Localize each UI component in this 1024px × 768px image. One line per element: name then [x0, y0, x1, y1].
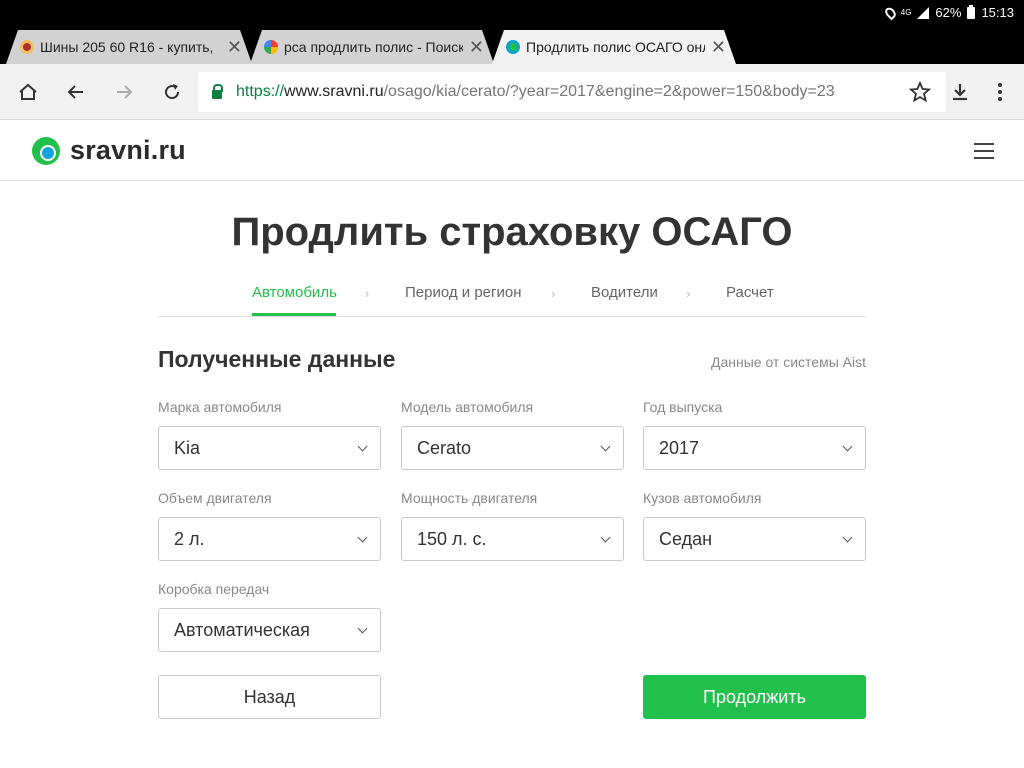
url-scheme: https://	[236, 83, 285, 100]
body-label: Кузов автомобиля	[643, 490, 762, 506]
chevron-down-icon	[357, 532, 368, 543]
chevron-down-icon	[842, 441, 853, 452]
step-separator-icon: ›	[551, 286, 556, 301]
steps-nav: Автомобиль › Период и регион › Водители …	[158, 280, 866, 317]
body-value: Седан	[659, 528, 713, 549]
tab-strip: Шины 205 60 R16 - купить, ✕ рса продлить…	[0, 26, 1024, 82]
reload-icon[interactable]	[158, 78, 186, 106]
tab-favicon-icon	[20, 40, 34, 54]
tab-title: Продлить полис ОСАГО онл	[526, 39, 705, 55]
site-header: sravni.ru	[0, 121, 1024, 181]
page-title: Продлить страховку ОСАГО	[231, 210, 793, 254]
gearbox-label: Коробка передач	[158, 581, 270, 597]
url-host: www.sravni.ru	[284, 83, 384, 100]
url-path: /osago/kia/cerato/?year=2017&engine=2&po…	[383, 83, 835, 100]
google-icon	[264, 40, 278, 54]
network-type: 4G	[900, 8, 912, 17]
location-icon	[882, 5, 898, 20]
make-label: Марка автомобиля	[158, 399, 282, 415]
engine-label: Объем двигателя	[158, 490, 272, 506]
gearbox-value: Автоматическая	[174, 619, 310, 640]
chevron-down-icon	[842, 532, 853, 543]
power-label: Мощность двигателя	[401, 490, 538, 506]
year-select[interactable]: 2017	[643, 426, 866, 470]
tab-tires[interactable]: Шины 205 60 R16 - купить, ✕	[6, 30, 252, 64]
tab-title: Шины 205 60 R16 - купить,	[40, 39, 214, 55]
status-bar: 4G 62% 15:13	[0, 0, 1024, 26]
tab-title: рса продлить полис - Поиск	[284, 39, 463, 55]
home-icon[interactable]	[14, 78, 42, 106]
browser-toolbar: https:// www.sravni.ru /osago/kia/cerato…	[0, 64, 1024, 120]
tab-close-icon[interactable]: ✕	[711, 38, 726, 56]
sravni-favicon-icon	[506, 40, 520, 54]
hamburger-menu-icon[interactable]	[974, 143, 994, 159]
engine-select[interactable]: 2 л.	[158, 517, 381, 561]
signal-icon	[917, 6, 930, 19]
logo-text: sravni.ru	[70, 135, 186, 165]
chevron-down-icon	[600, 441, 611, 452]
engine-value: 2 л.	[174, 528, 205, 549]
source-note: Данные от системы Aist	[710, 354, 866, 370]
tab-close-icon[interactable]: ✕	[227, 38, 242, 56]
power-select[interactable]: 150 л. с.	[401, 517, 624, 561]
model-label: Модель автомобиля	[401, 399, 534, 415]
star-icon[interactable]	[906, 78, 934, 106]
battery-percent: 62%	[935, 5, 962, 20]
power-value: 150 л. с.	[417, 528, 487, 549]
tab-search[interactable]: рса продлить полис - Поиск ✕	[250, 30, 494, 64]
forward-arrow-icon[interactable]	[110, 78, 138, 106]
body-select[interactable]: Седан	[643, 517, 866, 561]
step-separator-icon: ›	[365, 286, 370, 301]
tab-osago-active[interactable]: Продлить полис ОСАГО онл ✕	[492, 30, 736, 64]
chevron-down-icon	[357, 623, 368, 634]
make-value: Kia	[174, 437, 201, 458]
chevron-down-icon	[600, 532, 611, 543]
year-value: 2017	[659, 437, 700, 458]
continue-button[interactable]: Продолжить	[643, 675, 866, 719]
chevron-down-icon	[357, 441, 368, 452]
address-bar[interactable]: https:// www.sravni.ru /osago/kia/cerato…	[198, 72, 946, 112]
year-label: Год выпуска	[643, 399, 723, 415]
battery-icon	[967, 4, 976, 19]
menu-dots-icon[interactable]	[986, 78, 1014, 106]
model-select[interactable]: Cerato	[401, 426, 624, 470]
make-select[interactable]: Kia	[158, 426, 381, 470]
tab-close-icon[interactable]: ✕	[469, 38, 484, 56]
active-step-underline	[252, 313, 336, 316]
download-icon[interactable]	[946, 78, 974, 106]
back-button[interactable]: Назад	[158, 675, 381, 719]
site-logo[interactable]: sravni.ru	[32, 135, 186, 166]
step-separator-icon: ›	[686, 286, 691, 301]
lock-icon	[212, 83, 223, 99]
clock: 15:13	[981, 5, 1014, 20]
step-period-region[interactable]: Период и регион	[405, 284, 521, 301]
section-title: Полученные данные	[158, 346, 396, 372]
sravni-logo-icon	[32, 136, 60, 165]
model-value: Cerato	[417, 437, 472, 458]
back-arrow-icon[interactable]	[62, 78, 90, 106]
gearbox-select[interactable]: Автоматическая	[158, 608, 381, 652]
step-car[interactable]: Автомобиль	[252, 284, 337, 301]
step-calculation[interactable]: Расчет	[726, 284, 774, 301]
step-drivers[interactable]: Водители	[591, 284, 658, 301]
